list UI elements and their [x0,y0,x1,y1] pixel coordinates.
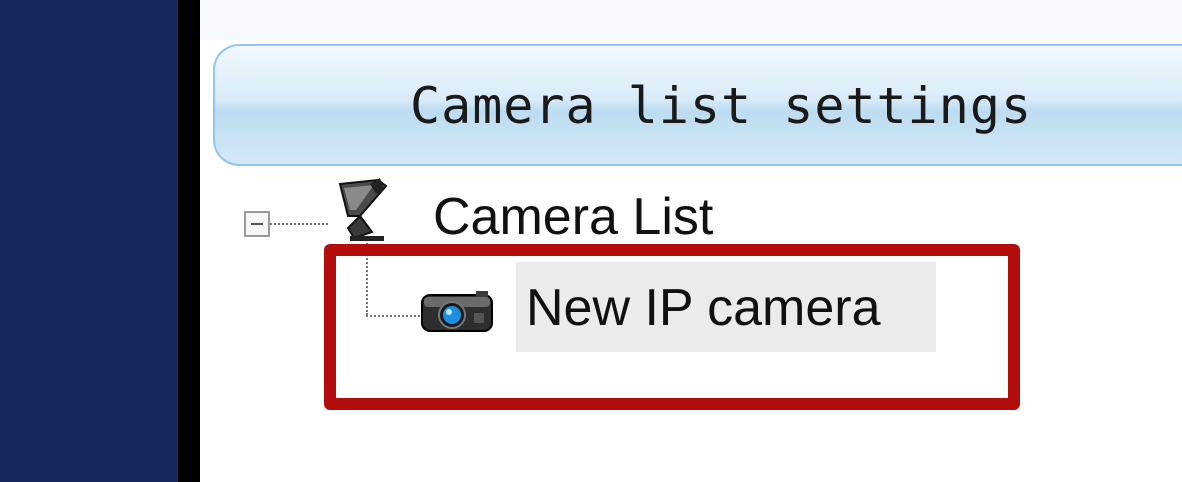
camera-list-panel: Camera list settings Camera List New IP … [200,0,1182,482]
camera-list-icon [338,178,388,241]
tree-item-new-ip-camera[interactable]: New IP camera [526,270,881,346]
tree-connector [270,223,328,225]
tree-root-label[interactable]: Camera List [433,182,713,252]
collapse-toggle[interactable] [244,211,270,237]
panel-header[interactable]: Camera list settings [213,44,1182,166]
left-sidebar [0,0,178,482]
panel-top-strip [200,0,1182,40]
ip-camera-icon [421,291,493,332]
sidebar-edge [178,0,200,482]
panel-title: Camera list settings [410,77,1033,135]
